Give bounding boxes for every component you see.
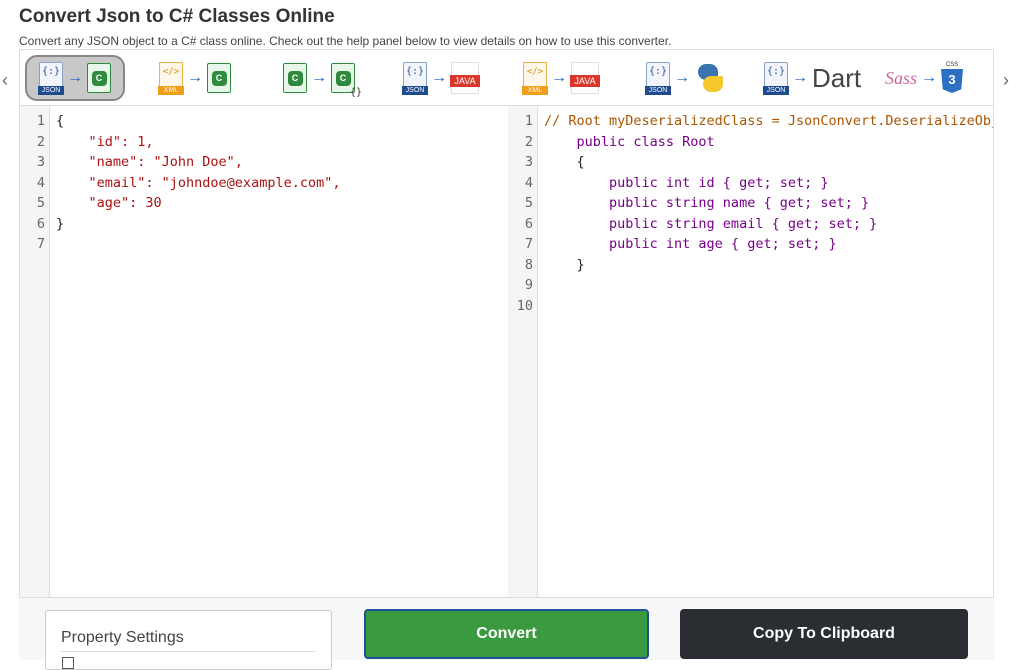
property-setting-checkbox[interactable] [62,657,74,669]
csharp-code[interactable]: // Root myDeserializedClass = JsonConver… [544,111,993,316]
copy-to-clipboard-button[interactable]: Copy To Clipboard [680,609,968,659]
property-settings-panel: Property Settings [45,610,332,670]
java-file-icon: JAVA [450,62,480,94]
code-line: } [544,256,585,273]
json-file-icon: {:} JSON [402,62,428,95]
css3-logo-icon: CSS 3 [941,62,964,94]
arrow-right-icon: → [921,69,938,86]
converter-json-to-java[interactable]: {:} JSON → JAVA [391,55,491,101]
csharp-file-icon: C [207,63,231,93]
code-line: "id": 1, [56,133,154,150]
xml-file-icon: </> XML [522,62,548,95]
converter-json-to-python[interactable]: {:} JSON → [634,55,738,101]
code-line: { [56,113,65,129]
property-settings-title: Property Settings [61,629,316,652]
json-input-editor[interactable]: 1 2 3 4 5 6 7 { "id": 1, "name": "John D… [19,105,508,597]
arrow-right-icon: → [674,69,690,86]
arrow-right-icon: → [67,69,83,86]
line-number-gutter: 1 2 3 4 5 6 7 [20,106,50,597]
page-description: Convert any JSON object to a C# class on… [19,34,672,48]
json-file-icon: {:} JSON [38,62,64,95]
java-file-icon: JAVA [570,62,600,94]
csharp-output-editor[interactable]: 1 2 3 4 5 6 7 8 9 10 // Root myDeseriali… [508,105,994,597]
csharp-file-icon: C [87,63,111,93]
converter-xml-to-csharp[interactable]: </> XML → C [147,55,243,101]
chevron-right-icon[interactable]: › [1003,70,1009,91]
page-title: Convert Json to C# Classes Online [19,6,335,27]
arrow-right-icon: → [792,69,808,86]
code-line: "email": "johndoe@example.com", [56,174,341,191]
line-number-gutter: 1 2 3 4 5 6 7 8 9 10 [508,106,538,597]
sass-logo-icon: Sass [885,67,918,88]
dart-logo-icon: Dart [812,62,862,93]
arrow-right-icon: → [311,69,327,86]
code-line: { [544,154,585,170]
json-code[interactable]: { "id": 1, "name": "John Doe", "email": … [56,111,508,255]
code-line: public int age { get; set; } [544,236,837,252]
arrow-right-icon: → [551,69,567,86]
converter-json-to-dart[interactable]: {:} JSON → Dart [752,55,873,101]
code-line: "age": 30 [56,195,162,211]
arrow-right-icon: → [187,69,203,86]
code-line: public int id { get; set; } [544,174,829,191]
converter-toolbar: {:} JSON → C </> XML → C C → C{} {:} JSO… [19,49,994,105]
chevron-left-icon[interactable]: ‹ [2,70,8,91]
converter-xml-to-java[interactable]: </> XML → JAVA [511,55,611,101]
xml-file-icon: </> XML [158,62,184,95]
code-line: public string email { get; set; } [544,215,878,232]
python-logo-icon [694,62,726,94]
csharp-braces-file-icon: C{} [331,63,362,98]
converter-json-to-csharp[interactable]: {:} JSON → C [25,55,125,101]
converter-sass-to-css[interactable]: Sass → CSS 3 [873,55,975,101]
arrow-right-icon: → [431,69,447,86]
code-line: // Root myDeserializedClass = JsonConver… [544,113,994,129]
code-line: } [56,215,65,232]
code-line: public class Root [544,133,715,150]
code-line: public string name { get; set; } [544,195,870,211]
json-file-icon: {:} JSON [763,62,789,95]
convert-button[interactable]: Convert [364,609,649,659]
code-line: "name": "John Doe", [56,154,243,170]
json-file-icon: {:} JSON [645,62,671,95]
csharp-file-icon: C [283,63,307,93]
converter-csharp-to-csharp-braces[interactable]: C → C{} [271,55,367,101]
